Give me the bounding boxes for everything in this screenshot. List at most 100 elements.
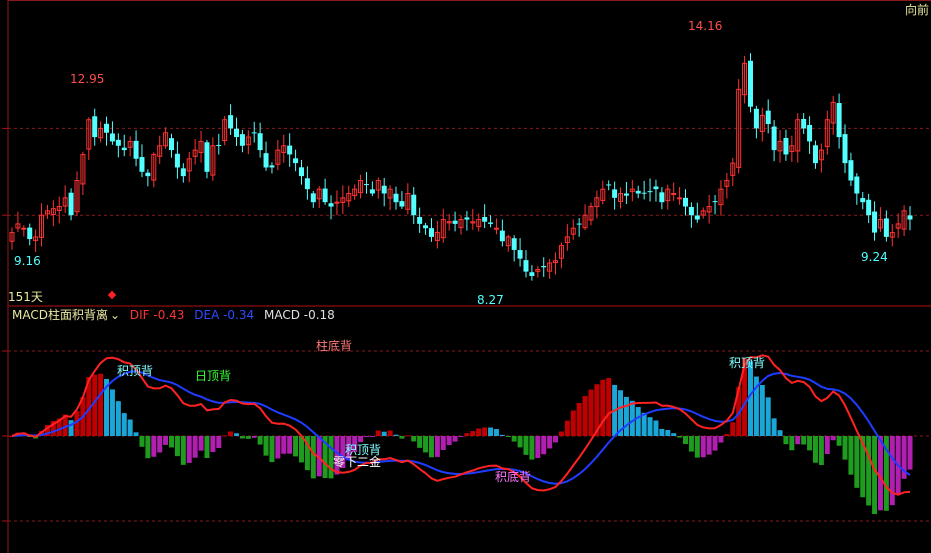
candle — [121, 134, 127, 157]
candle — [375, 177, 381, 199]
histogram-bar — [694, 436, 700, 458]
candle-body — [257, 133, 263, 151]
candle-body — [647, 191, 653, 193]
candle — [434, 221, 440, 249]
candle — [192, 139, 198, 165]
low-price-label-mid: 8.27 — [477, 293, 504, 307]
candle — [180, 163, 186, 183]
candle — [700, 207, 706, 219]
candle-body — [860, 198, 866, 203]
histogram-bar — [700, 436, 706, 458]
histogram-bar — [842, 436, 848, 460]
candle-body — [180, 168, 186, 177]
candle-body — [369, 189, 375, 194]
histogram-bar — [405, 435, 411, 437]
candle — [163, 127, 169, 149]
chevron-down-icon[interactable]: ⌄ — [110, 308, 120, 322]
candle-body — [423, 225, 429, 229]
histogram-bar — [872, 436, 878, 515]
histogram-bar — [600, 379, 606, 436]
candle — [753, 105, 759, 139]
candle — [659, 187, 665, 210]
candle — [824, 110, 830, 155]
candle — [369, 181, 375, 196]
candle — [50, 200, 56, 227]
histogram-bar — [228, 431, 234, 436]
histogram-bar — [239, 436, 245, 439]
histogram-bar — [505, 436, 511, 437]
histogram-bar — [428, 436, 434, 458]
annotation-day-top-divergence: 日顶背 — [195, 369, 232, 383]
candle-body — [488, 222, 494, 224]
histogram-bar — [653, 420, 659, 436]
candle-body — [115, 139, 121, 146]
candle-body — [304, 178, 310, 190]
candle — [807, 116, 813, 154]
candle — [80, 151, 86, 195]
histogram-bar — [369, 436, 375, 437]
histogram-bar — [98, 373, 104, 436]
histogram-bar — [452, 436, 458, 442]
candle — [157, 135, 163, 164]
candle — [98, 121, 104, 143]
candle-body — [322, 188, 328, 203]
candle — [606, 180, 612, 191]
candle-body — [228, 115, 234, 129]
histogram-bar — [659, 428, 665, 436]
candle — [417, 207, 423, 233]
candle-body — [907, 215, 913, 220]
histogram-bar — [269, 436, 275, 463]
candle — [517, 238, 523, 267]
histogram-bar — [541, 436, 547, 455]
candle — [109, 121, 115, 145]
candle-body — [263, 153, 269, 168]
candle-body — [848, 160, 854, 181]
candle — [801, 113, 807, 134]
candle — [452, 211, 458, 232]
histogram-bar — [623, 396, 629, 436]
histogram-bar — [553, 436, 559, 443]
candle-body — [104, 123, 110, 133]
histogram-bar — [866, 436, 872, 506]
corner-label[interactable]: 向前 — [905, 3, 929, 17]
histogram-bar — [287, 436, 293, 454]
candle — [281, 134, 287, 163]
candle — [529, 265, 535, 281]
high-price-label: 12.95 — [70, 72, 105, 86]
candle-body — [393, 193, 399, 203]
candle-body — [27, 227, 33, 240]
candle — [340, 185, 346, 214]
candle — [712, 195, 718, 215]
candle-body — [234, 128, 239, 138]
candle — [298, 159, 304, 185]
histogram-bar — [724, 433, 730, 436]
histogram-bar — [677, 436, 683, 438]
candle — [458, 215, 464, 235]
candle — [423, 222, 429, 235]
candle-body — [635, 190, 641, 194]
indicator-name[interactable]: MACD柱面积背离 ⌄ — [12, 308, 120, 322]
histogram-bar — [423, 436, 429, 453]
candle — [234, 117, 239, 147]
candle — [777, 130, 783, 163]
candle — [641, 180, 647, 200]
histogram-bar — [665, 430, 671, 436]
candle-body — [328, 203, 334, 207]
candle — [848, 152, 854, 186]
histogram-bar — [488, 427, 494, 436]
candle — [505, 234, 511, 252]
dif-value: DIF -0.43 — [129, 308, 185, 322]
candle — [322, 178, 328, 205]
candle — [706, 194, 712, 224]
candle — [889, 224, 895, 247]
chart-canvas[interactable] — [0, 0, 931, 553]
candle — [612, 181, 618, 210]
histogram-bar — [683, 436, 688, 445]
candle-body — [523, 260, 529, 272]
histogram-bar — [493, 429, 499, 436]
chart-window: 向前 12.95 14.16 9.16 8.27 9.24 151天 MACD柱… — [0, 0, 931, 553]
candle-body — [812, 145, 818, 164]
histogram-bar — [570, 410, 576, 436]
histogram-bar — [889, 436, 895, 506]
histogram-bar — [671, 433, 677, 436]
